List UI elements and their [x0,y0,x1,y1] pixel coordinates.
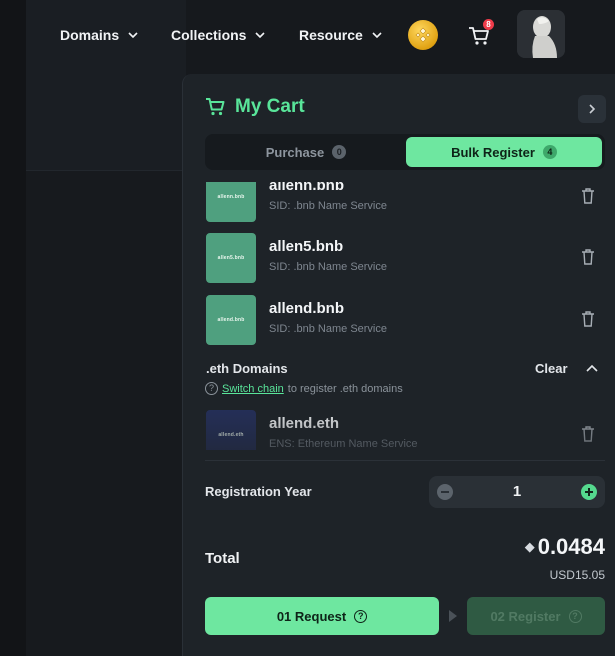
domain-thumbnail: allen5.bnb [206,233,256,283]
list-item: allenn.bnb allenn.bnb SID: .bnb Name Ser… [205,182,605,224]
tab-purchase[interactable]: Purchase 0 [208,137,404,167]
top-navigation: Domains Collections Resource 8 [0,0,615,72]
bnb-chain-icon[interactable] [408,20,438,50]
ethereum-icon: ◆ [524,539,535,554]
domain-service: SID: .bnb Name Service [269,200,387,212]
tab-bulk-register-count: 4 [542,145,557,159]
chevron-right-icon [589,104,596,114]
chevron-down-icon [255,32,266,39]
chevron-down-icon [372,32,382,39]
total-eth-value: 0.0484 [537,534,605,559]
list-item: allen5.bnb allen5.bnb SID: .bnb Name Ser… [205,233,605,285]
cart-tabs: Purchase 0 Bulk Register 4 [205,134,605,170]
domain-name: allen5.bnb [269,238,344,255]
step-arrow-icon [449,610,457,622]
chevron-up-icon[interactable] [585,363,599,375]
domain-name: allend.eth [269,415,340,432]
registration-year-label: Registration Year [205,484,312,499]
nav-resource[interactable]: Resource [299,24,383,46]
tab-purchase-label: Purchase [265,144,325,160]
registration-year-stepper: 1 [429,476,605,508]
eth-switch-note: ? Switch chain to register .eth domains [205,382,403,395]
chevron-down-icon [128,32,138,39]
eth-section-title: .eth Domains [206,361,288,376]
domain-service: SID: .bnb Name Service [269,323,387,335]
nav-resource-label: Resource [299,27,363,43]
trash-icon[interactable] [581,311,595,327]
total-usd-amount: USD15.05 [549,568,605,582]
tab-bulk-register-label: Bulk Register [451,144,535,160]
list-item: allend.bnb allend.bnb SID: .bnb Name Ser… [205,295,605,347]
left-edge [0,0,26,656]
switch-chain-note: to register .eth domains [287,382,403,395]
total-eth-amount: ◆ 0.0484 [413,534,605,560]
nav-domains-label: Domains [60,27,120,43]
cart-count-badge: 8 [483,19,494,30]
cart-panel: My Cart Purchase 0 Bulk Register 4 allen… [182,74,615,656]
cart-item-list[interactable]: allenn.bnb allenn.bnb SID: .bnb Name Ser… [183,182,615,450]
domain-service: SID: .bnb Name Service [269,261,387,273]
thumbnail-text: allend.bnb [217,317,245,323]
collapse-cart-button[interactable] [578,95,606,123]
avatar-figure-icon [517,10,565,58]
thumbnail-text: allend.eth [218,432,244,438]
domain-thumbnail: allend.eth [206,410,256,450]
register-button-label: 02 Register [490,608,561,624]
eth-section-header: .eth Domains Clear [205,361,605,381]
nav-collections-label: Collections [171,27,247,43]
help-icon: ? [568,609,582,623]
bnb-logo-icon [415,27,431,43]
cart-title: My Cart [205,96,305,118]
request-button-label: 01 Request [276,608,347,624]
plus-icon[interactable] [581,484,597,500]
tab-bulk-register[interactable]: Bulk Register 4 [406,137,602,167]
help-icon: ? [354,609,368,623]
help-icon: ? [205,382,218,395]
registration-year-value[interactable]: 1 [429,483,605,500]
trash-icon[interactable] [581,188,595,204]
list-item: allend.eth allend.eth ENS: Ethereum Name… [205,410,605,450]
domain-service: ENS: Ethereum Name Service [269,438,418,450]
page-background-lower [26,170,186,656]
trash-icon[interactable] [581,249,595,265]
switch-chain-link[interactable]: Switch chain [222,383,284,395]
domain-thumbnail: allend.bnb [206,295,256,345]
domain-name: allend.bnb [269,300,344,317]
divider [205,460,605,461]
clear-button[interactable]: Clear [535,361,568,376]
domain-thumbnail: allenn.bnb [206,182,256,222]
avatar[interactable] [517,10,565,58]
nav-domains[interactable]: Domains [60,24,139,46]
cart-icon [206,98,225,116]
domain-name: allenn.bnb [269,182,344,194]
thumbnail-text: allen5.bnb [217,255,245,261]
total-label: Total [205,550,240,567]
cart-title-label: My Cart [235,96,305,117]
register-button[interactable]: 02 Register ? [467,597,605,635]
nav-collections[interactable]: Collections [171,24,266,46]
thumbnail-text: allenn.bnb [217,194,245,200]
tab-purchase-count: 0 [332,145,347,159]
request-button[interactable]: 01 Request ? [205,597,439,635]
trash-icon[interactable] [581,426,595,442]
